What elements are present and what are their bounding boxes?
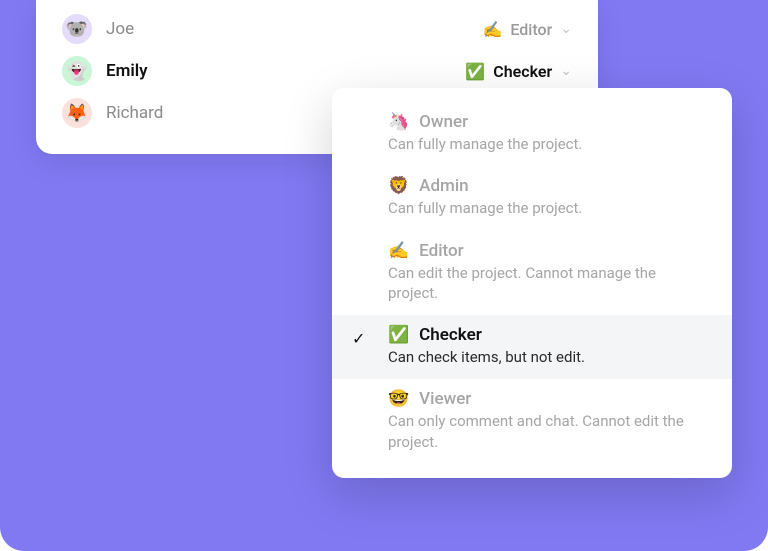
chevron-down-icon: ⌄ xyxy=(560,21,572,37)
check-box-icon: ✅ xyxy=(388,325,409,345)
role-option-label: Editor xyxy=(419,241,463,261)
check-box-icon: ✅ xyxy=(465,62,485,81)
role-option-label: Owner xyxy=(419,112,468,132)
role-option-label: Checker xyxy=(419,325,482,345)
bear-avatar-icon: 🐨 xyxy=(62,14,92,44)
page-background: 🐨 Joe ✍️ Editor ⌄ 👻 Emily ✅ Checker ⌄ 🦊 … xyxy=(0,0,768,551)
fox-avatar-icon: 🦊 xyxy=(62,98,92,128)
role-dropdown: 🦄 Owner Can fully manage the project. 🦁 … xyxy=(332,88,732,478)
lion-icon: 🦁 xyxy=(388,176,409,196)
role-select[interactable]: ✍️ Editor ⌄ xyxy=(482,20,572,39)
member-row: 🐨 Joe ✍️ Editor ⌄ xyxy=(36,8,598,50)
role-option-desc: Can fully manage the project. xyxy=(388,134,704,154)
role-option-desc: Can check items, but not edit. xyxy=(388,347,704,367)
unicorn-icon: 🦄 xyxy=(388,112,409,132)
role-option-owner[interactable]: 🦄 Owner Can fully manage the project. xyxy=(332,102,732,166)
checkmark-icon: ✓ xyxy=(352,329,365,348)
role-option-label: Admin xyxy=(419,176,468,196)
writing-hand-icon: ✍️ xyxy=(388,241,409,261)
role-option-checker[interactable]: ✓ ✅ Checker Can check items, but not edi… xyxy=(332,315,732,379)
role-label: Editor xyxy=(510,20,552,39)
role-option-desc: Can edit the project. Cannot manage the … xyxy=(388,263,704,304)
member-name: Emily xyxy=(106,61,451,81)
role-option-editor[interactable]: ✍️ Editor Can edit the project. Cannot m… xyxy=(332,231,732,316)
role-option-label: Viewer xyxy=(419,389,471,409)
role-option-admin[interactable]: 🦁 Admin Can fully manage the project. xyxy=(332,166,732,230)
member-row: 👻 Emily ✅ Checker ⌄ xyxy=(36,50,598,92)
chevron-down-icon: ⌄ xyxy=(560,63,572,79)
member-name: Joe xyxy=(106,19,468,39)
role-option-desc: Can only comment and chat. Cannot edit t… xyxy=(388,411,704,452)
role-option-desc: Can fully manage the project. xyxy=(388,198,704,218)
role-option-viewer[interactable]: 🤓 Viewer Can only comment and chat. Cann… xyxy=(332,379,732,464)
ghost-avatar-icon: 👻 xyxy=(62,56,92,86)
role-select[interactable]: ✅ Checker ⌄ xyxy=(465,62,572,81)
writing-hand-icon: ✍️ xyxy=(482,20,502,39)
role-label: Checker xyxy=(493,62,552,81)
nerd-face-icon: 🤓 xyxy=(388,389,409,409)
